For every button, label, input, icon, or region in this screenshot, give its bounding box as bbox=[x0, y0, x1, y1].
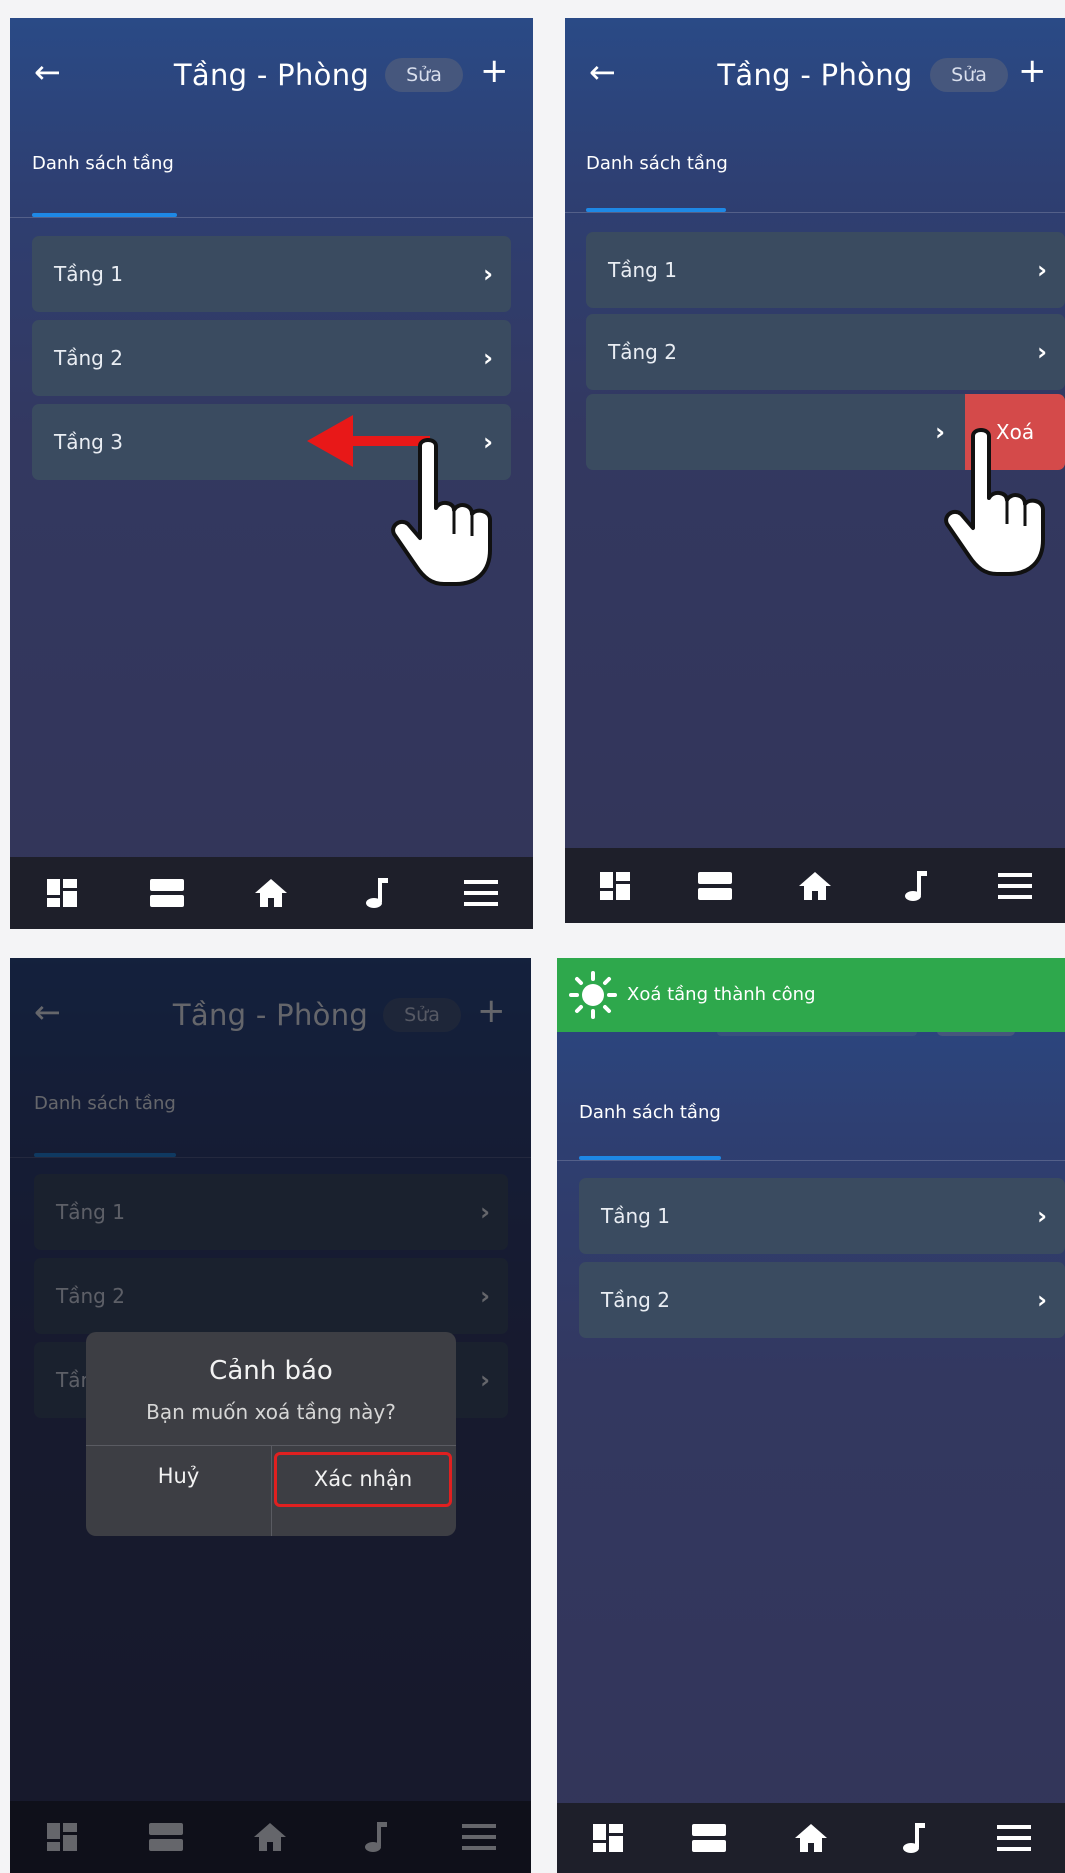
screen-delete-action: ← Tầng - Phòng Sửa + Danh sách tầng Tầng… bbox=[565, 18, 1065, 923]
title-remnant bbox=[717, 1032, 917, 1036]
floor-row[interactable]: Tầng 1 › bbox=[32, 236, 511, 312]
home-icon[interactable] bbox=[793, 866, 837, 906]
floor-label: Tầng 2 bbox=[608, 340, 677, 364]
hand-pointer-icon bbox=[391, 438, 492, 586]
floor-row[interactable]: Tầng 2 › bbox=[32, 320, 511, 396]
tab-indicator bbox=[579, 1156, 721, 1160]
bottom-nav bbox=[557, 1803, 1065, 1873]
bottom-nav bbox=[10, 857, 533, 929]
alert-dialog: Cảnh báo Bạn muốn xoá tầng này? Huỷ Xác … bbox=[86, 1332, 456, 1536]
music-note-icon[interactable] bbox=[893, 866, 937, 906]
chevron-right-icon: › bbox=[483, 344, 493, 372]
app-header: ← Tầng - Phòng Sửa + bbox=[565, 18, 1065, 133]
floor-row[interactable]: Tầng 2 › bbox=[586, 314, 1065, 390]
tab-indicator bbox=[586, 208, 726, 212]
screen-delete-success: Danh sách tầng Tầng 1 › Tầng 2 › Xoá tần… bbox=[557, 958, 1065, 1873]
dashboard-icon[interactable] bbox=[40, 873, 84, 913]
chevron-right-icon: › bbox=[483, 260, 493, 288]
edit-button-remnant bbox=[937, 1032, 1015, 1036]
app-header: ← Tầng - Phòng Sửa + bbox=[10, 18, 533, 133]
layers-icon[interactable] bbox=[693, 866, 737, 906]
home-icon[interactable] bbox=[249, 873, 293, 913]
chevron-right-icon: › bbox=[1037, 1286, 1047, 1314]
screen-confirm-dialog: ← Tầng - Phòng Sửa + Danh sách tầng Tầng… bbox=[10, 958, 531, 1873]
tab-floor-list[interactable]: Danh sách tầng bbox=[32, 153, 174, 174]
menu-icon[interactable] bbox=[459, 873, 503, 913]
home-icon[interactable] bbox=[789, 1818, 833, 1858]
plus-icon[interactable]: + bbox=[1018, 54, 1047, 88]
divider bbox=[271, 1446, 272, 1536]
edit-button[interactable]: Sửa bbox=[385, 58, 463, 92]
dialog-message: Bạn muốn xoá tầng này? bbox=[146, 1400, 396, 1424]
chevron-right-icon: › bbox=[1037, 338, 1047, 366]
music-note-icon[interactable] bbox=[354, 873, 398, 913]
screen-swipe-row: ← Tầng - Phòng Sửa + Danh sách tầng Tầng… bbox=[10, 18, 533, 929]
dashboard-icon[interactable] bbox=[586, 1818, 630, 1858]
floor-row[interactable]: Tầng 2 › bbox=[579, 1262, 1065, 1338]
dialog-title: Cảnh báo bbox=[209, 1356, 333, 1386]
plus-icon[interactable]: + bbox=[480, 54, 509, 88]
bottom-nav bbox=[565, 848, 1065, 923]
layers-icon[interactable] bbox=[145, 873, 189, 913]
success-toast: Xoá tầng thành công bbox=[557, 958, 1065, 1032]
cancel-button[interactable]: Huỷ bbox=[86, 1446, 271, 1536]
tab-floor-list[interactable]: Danh sách tầng bbox=[579, 1102, 721, 1123]
confirm-button[interactable]: Xác nhận bbox=[274, 1452, 452, 1507]
floor-label: Tầng 1 bbox=[608, 258, 677, 282]
sun-icon bbox=[569, 971, 617, 1019]
music-note-icon[interactable] bbox=[891, 1818, 935, 1858]
floor-label: Tầng 2 bbox=[54, 346, 123, 370]
tab-indicator bbox=[32, 213, 177, 217]
floor-label: Tầng 3 bbox=[54, 430, 123, 454]
chevron-right-icon: › bbox=[1037, 256, 1047, 284]
dashboard-icon[interactable] bbox=[593, 866, 637, 906]
toast-message: Xoá tầng thành công bbox=[627, 984, 816, 1005]
menu-icon[interactable] bbox=[993, 866, 1037, 906]
chevron-right-icon: › bbox=[1037, 1202, 1047, 1230]
floor-label: Tầng 2 bbox=[601, 1288, 670, 1312]
layers-icon[interactable] bbox=[687, 1818, 731, 1858]
menu-icon[interactable] bbox=[992, 1818, 1036, 1858]
floor-row[interactable]: Tầng 1 › bbox=[586, 232, 1065, 308]
floor-row[interactable]: Tầng 1 › bbox=[579, 1178, 1065, 1254]
tab-bar: Danh sách tầng bbox=[557, 1044, 1065, 1161]
hand-pointer-icon bbox=[944, 428, 1045, 576]
tab-floor-list[interactable]: Danh sách tầng bbox=[586, 153, 728, 174]
tab-bar: Danh sách tầng bbox=[565, 133, 1065, 213]
floor-label: Tầng 1 bbox=[54, 262, 123, 286]
floor-label: Tầng 1 bbox=[601, 1204, 670, 1228]
header-peek bbox=[557, 1032, 1065, 1044]
tab-bar: Danh sách tầng bbox=[10, 133, 533, 218]
edit-button[interactable]: Sửa bbox=[930, 58, 1008, 92]
